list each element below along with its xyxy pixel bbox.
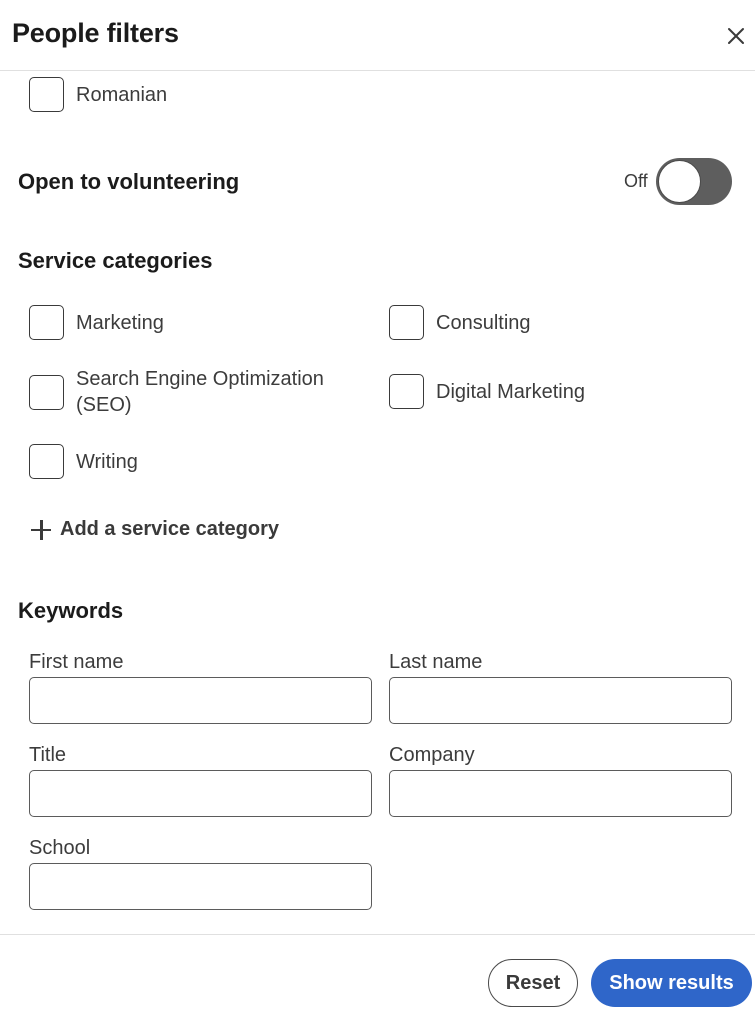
add-service-category-button[interactable]: Add a service category (30, 518, 279, 541)
checkbox-label: Consulting (436, 311, 531, 334)
service-option-consulting: Consulting (389, 305, 531, 340)
school-label: School (29, 837, 91, 859)
title-input[interactable] (29, 770, 372, 817)
checkbox-label: Romanian (76, 83, 168, 106)
show-results-button[interactable]: Show results (591, 959, 752, 1007)
close-button[interactable] (722, 22, 750, 50)
close-icon (728, 28, 744, 44)
toggle-state-label: Off (624, 171, 648, 191)
add-service-category-label: Add a service category (60, 518, 279, 540)
reset-button[interactable]: Reset (488, 959, 578, 1007)
first-name-label: First name (29, 651, 124, 673)
marketing-checkbox[interactable] (29, 305, 64, 340)
checkbox-label: Search Engine Optimization (SEO) (76, 368, 324, 416)
volunteering-toggle-group: Off (624, 158, 732, 205)
checkbox-label: Digital Marketing (436, 380, 585, 403)
digital-marketing-checkbox[interactable] (389, 374, 424, 409)
consulting-checkbox[interactable] (389, 305, 424, 340)
dialog-title: People filters (12, 18, 179, 48)
service-option-marketing: Marketing (29, 305, 164, 340)
school-input[interactable] (29, 863, 372, 910)
company-input[interactable] (389, 770, 732, 817)
service-option-digital-marketing: Digital Marketing (389, 374, 585, 409)
toggle-knob (657, 160, 701, 203)
checkbox-label: Writing (76, 450, 138, 473)
service-categories-heading: Service categories (18, 248, 213, 273)
service-option-seo: Search Engine Optimization (SEO) (29, 366, 369, 418)
dialog-header: People filters (0, 0, 755, 71)
romanian-checkbox[interactable] (29, 77, 64, 112)
volunteering-toggle[interactable] (655, 158, 732, 205)
service-option-writing: Writing (29, 444, 138, 479)
keywords-heading: Keywords (18, 598, 124, 623)
company-label: Company (389, 744, 475, 766)
title-label: Title (29, 744, 67, 766)
writing-checkbox[interactable] (29, 444, 64, 479)
last-name-input[interactable] (389, 677, 732, 724)
dialog-footer: Reset Show results (0, 934, 755, 1024)
last-name-label: Last name (389, 651, 483, 673)
language-option-romanian: Romanian (29, 77, 167, 112)
volunteering-heading: Open to volunteering (18, 169, 240, 194)
seo-checkbox[interactable] (29, 374, 64, 410)
first-name-input[interactable] (29, 677, 372, 724)
plus-icon (30, 519, 52, 541)
checkbox-label: Marketing (76, 311, 164, 334)
